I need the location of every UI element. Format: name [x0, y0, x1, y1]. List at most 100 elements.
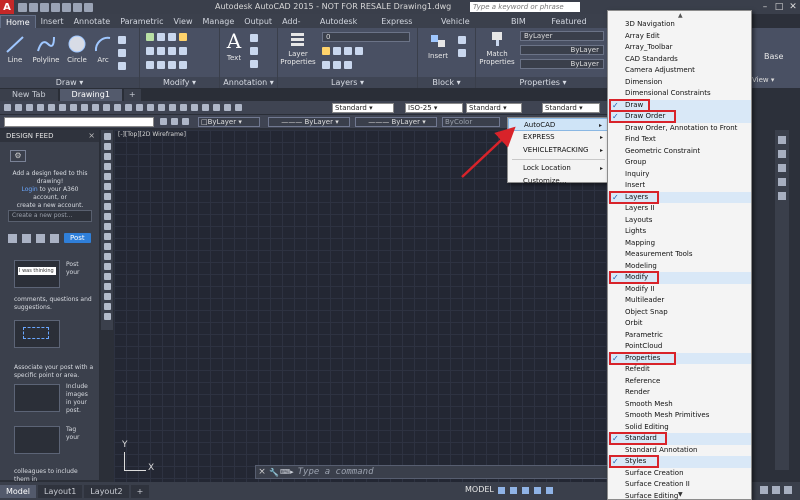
- design-feed-close-icon[interactable]: ×: [88, 131, 95, 140]
- circle-button[interactable]: Circle: [64, 34, 90, 64]
- markup-icon[interactable]: [224, 104, 231, 111]
- tab-insert[interactable]: Insert: [36, 15, 69, 28]
- layer-manager-icon[interactable]: [160, 118, 167, 125]
- vt-polygon-icon[interactable]: [103, 163, 111, 170]
- add-file-tab-button[interactable]: +: [123, 89, 141, 101]
- menu-item-render[interactable]: Render: [608, 387, 751, 399]
- layer-combo[interactable]: 0: [322, 32, 410, 42]
- copy-icon[interactable]: [146, 47, 154, 55]
- base-label[interactable]: Base: [764, 52, 783, 61]
- viewport-controls-label[interactable]: [-][Top][2D Wireframe]: [118, 131, 186, 138]
- vt-arc-icon[interactable]: [103, 183, 111, 190]
- vt-revcloud-icon[interactable]: [103, 203, 111, 210]
- rotate-icon[interactable]: [157, 33, 165, 41]
- menu-item-refedit[interactable]: Refedit: [608, 364, 751, 376]
- open-icon[interactable]: [15, 104, 22, 111]
- fillet-icon[interactable]: [168, 47, 176, 55]
- command-prompt-icon[interactable]: ⌨▸: [280, 468, 294, 476]
- feed-post-button[interactable]: Post: [64, 233, 91, 243]
- stretch-icon[interactable]: [146, 61, 154, 69]
- menu-item-surface-creation[interactable]: Surface Creation: [608, 468, 751, 480]
- block-panel-label[interactable]: Block ▾: [418, 77, 475, 88]
- explode-icon[interactable]: [179, 47, 187, 55]
- rectangle-icon[interactable]: [118, 36, 126, 44]
- file-tab-drawing1[interactable]: Drawing1: [59, 89, 122, 101]
- trim-icon[interactable]: [168, 33, 176, 41]
- text-button[interactable]: A Text: [222, 30, 246, 62]
- vt-mtext-icon[interactable]: [103, 313, 111, 320]
- menu-item-measurement-tools[interactable]: Measurement Tools: [608, 249, 751, 261]
- zoom-icon[interactable]: [778, 150, 786, 158]
- tab-manage[interactable]: Manage: [198, 15, 240, 28]
- menu-item-layers[interactable]: ✓ Layers: [608, 190, 751, 204]
- tab-add-ins[interactable]: Add-ins: [277, 15, 315, 39]
- menu-item-draw[interactable]: ✓ Draw: [608, 98, 751, 112]
- plot-style-combo[interactable]: ByColor: [442, 117, 500, 127]
- feed-tag-icon[interactable]: [50, 233, 59, 243]
- showmotion-icon[interactable]: [778, 192, 786, 200]
- pan-icon[interactable]: [778, 136, 786, 144]
- vt-gradient-icon[interactable]: [103, 283, 111, 290]
- region-icon[interactable]: [118, 62, 126, 70]
- feed-login-link[interactable]: Login: [22, 186, 38, 193]
- move-icon[interactable]: [146, 33, 154, 41]
- print-icon[interactable]: [37, 104, 44, 111]
- sheet-set-icon[interactable]: [213, 104, 220, 111]
- pan-toolbar-icon[interactable]: [136, 104, 143, 111]
- edit-block-icon[interactable]: [458, 49, 466, 57]
- command-input[interactable]: Type a command: [298, 467, 374, 477]
- layer-on-icon[interactable]: [322, 47, 330, 55]
- tab-output[interactable]: Output: [239, 15, 277, 28]
- menu-item-modeling[interactable]: Modeling: [608, 261, 751, 273]
- properties-panel-label[interactable]: Properties ▾: [476, 77, 610, 88]
- layout-tab-layout1[interactable]: Layout1: [38, 484, 83, 498]
- layer-lock-icon[interactable]: [344, 47, 352, 55]
- menu-item-layouts[interactable]: Layouts: [608, 215, 751, 227]
- menu-scroll-up-icon[interactable]: ▲: [678, 12, 683, 19]
- undo-toolbar-icon[interactable]: [114, 104, 121, 111]
- paste-icon[interactable]: [92, 104, 99, 111]
- menu-item-find-text[interactable]: Find Text: [608, 134, 751, 146]
- zoom-window-icon[interactable]: [158, 104, 165, 111]
- menu-item-orbit[interactable]: Orbit: [608, 318, 751, 330]
- table-icon[interactable]: [250, 60, 258, 68]
- menu-item-standard-annotation[interactable]: Standard Annotation: [608, 445, 751, 457]
- mleader-style-combo[interactable]: Standard ▾: [542, 103, 600, 113]
- tab-annotate[interactable]: Annotate: [69, 15, 116, 28]
- workspace-icon[interactable]: [760, 486, 768, 494]
- submenu-autocad[interactable]: AutoCAD ▸: [508, 118, 609, 131]
- menu-item-array-edit[interactable]: Array Edit: [608, 31, 751, 43]
- linetype-combo[interactable]: ByLayer: [520, 45, 604, 55]
- tab-featured-apps[interactable]: Featured Apps: [546, 15, 610, 39]
- lineweight-toolbar-combo[interactable]: ——— ByLayer ▾: [355, 117, 437, 127]
- save-toolbar-icon[interactable]: [26, 104, 33, 111]
- menu-item-parametric[interactable]: Parametric: [608, 330, 751, 342]
- vt-polyline-icon[interactable]: [103, 153, 111, 160]
- menu-item-array-toolbar[interactable]: Array_Toolbar: [608, 42, 751, 54]
- match-properties-button[interactable]: Match Properties: [478, 30, 516, 66]
- submenu-vehicletracking[interactable]: VEHICLETRACKING ▸: [508, 144, 609, 157]
- add-layout-button[interactable]: +: [130, 484, 150, 498]
- polar-icon[interactable]: [534, 487, 541, 494]
- steering-wheel-icon[interactable]: [778, 178, 786, 186]
- menu-item-lights[interactable]: Lights: [608, 226, 751, 238]
- dimension-icon[interactable]: [250, 34, 258, 42]
- vt-circle-icon[interactable]: [103, 193, 111, 200]
- leader-icon[interactable]: [250, 47, 258, 55]
- layer-state-icon[interactable]: [171, 118, 178, 125]
- match-layer-icon[interactable]: [333, 61, 341, 69]
- copy-clip-icon[interactable]: [81, 104, 88, 111]
- feed-pin-icon[interactable]: [22, 233, 31, 243]
- layer-freeze-icon[interactable]: [333, 47, 341, 55]
- preview-icon[interactable]: [48, 104, 55, 111]
- vt-hatch-icon[interactable]: [103, 273, 111, 280]
- create-block-icon[interactable]: [458, 36, 466, 44]
- feed-markup-icon[interactable]: [8, 233, 17, 243]
- fullscreen-icon[interactable]: [772, 486, 780, 494]
- vt-insert-icon[interactable]: [103, 243, 111, 250]
- menu-item-styles[interactable]: ✓ Styles: [608, 455, 751, 468]
- insert-button[interactable]: Insert: [424, 32, 452, 60]
- array-icon[interactable]: [168, 61, 176, 69]
- menu-item-geometric-constraint[interactable]: Geometric Constraint: [608, 146, 751, 158]
- layer-prev-icon[interactable]: [182, 118, 189, 125]
